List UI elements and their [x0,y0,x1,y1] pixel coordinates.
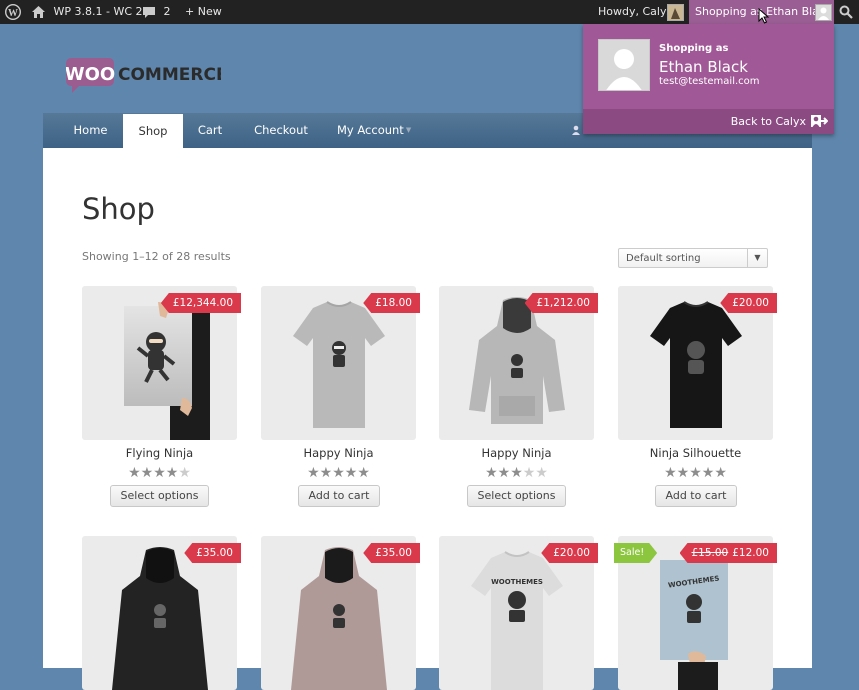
price-tag: £35.00 [184,543,241,563]
star-rating: ★★★★★ [82,465,237,481]
chevron-down-icon: ▼ [747,249,767,267]
product-title[interactable]: Ninja Silhouette [618,446,773,460]
result-count: Showing 1–12 of 28 results [82,250,231,263]
customer-avatar-small [815,4,832,21]
price-tag: £12,344.00 [160,293,241,313]
nav-home[interactable]: Home [63,113,118,148]
star-icon: ★★★ [485,465,523,481]
nav-my-account-label: My Account [337,123,404,137]
svg-text:COMMERCE: COMMERCE [118,65,221,85]
price-tag: £1,212.00 [524,293,598,313]
back-to-admin-link[interactable]: Back to Calyx [731,115,806,128]
star-icon: ★★★★★ [307,465,370,481]
shopping-as-heading: Shopping as [659,43,729,54]
svg-text:WOOTHEMES: WOOTHEMES [491,578,543,586]
price-tag: £35.00 [363,543,420,563]
star-empty-icon: ★ [178,465,191,481]
customer-email: test@testemail.com [659,76,760,87]
wordpress-logo-icon[interactable]: W [4,0,22,24]
nav-checkout[interactable]: Checkout [246,113,316,148]
customer-avatar [598,39,650,91]
home-icon [32,6,45,18]
star-icon: ★★★★ [128,465,179,481]
add-to-cart-button[interactable]: Add to cart [655,485,737,507]
site-name: WP 3.8.1 - WC 2.1 [53,5,154,18]
customer-name: Ethan Black [659,58,748,76]
product-title[interactable]: Flying Ninja [82,446,237,460]
nav-shop[interactable]: Shop [123,114,183,148]
sorting-selected-value: Default sorting [626,253,701,264]
user-icon[interactable] [571,113,581,148]
nav-my-account[interactable]: My Account ▼ [337,113,411,148]
star-rating: ★★★★★ [439,465,594,481]
search-icon[interactable] [839,0,853,24]
howdy-label: Howdy, Calyx [598,5,673,18]
star-empty-icon: ★★ [522,465,548,481]
price-tag: £20.00 [720,293,777,313]
howdy-account-link[interactable]: Howdy, Calyx [598,0,673,24]
comments-link[interactable]: 2 [142,0,171,24]
product-title[interactable]: Happy Ninja [439,446,594,460]
add-to-cart-button[interactable]: Add to cart [298,485,380,507]
site-name-link[interactable]: WP 3.8.1 - WC 2.1 [31,0,153,24]
svg-text:WOO: WOO [66,64,115,85]
woocommerce-logo[interactable]: WOO COMMERCE [65,56,228,98]
star-rating: ★★★★★ [618,465,773,481]
svg-text:W: W [8,8,18,19]
new-content-link[interactable]: + New [185,0,222,24]
switch-user-icon[interactable] [810,114,828,128]
page-title: Shop [82,192,155,226]
sorting-select[interactable]: Default sorting ▼ [618,248,768,268]
comments-count: 2 [163,5,171,18]
new-content-label: + New [185,5,222,18]
product-title[interactable]: Happy Ninja [261,446,416,460]
nav-cart[interactable]: Cart [193,113,227,148]
mouse-cursor-icon [758,8,770,24]
select-options-button[interactable]: Select options [110,485,209,507]
star-rating: ★★★★★ [261,465,416,481]
select-options-button[interactable]: Select options [467,485,566,507]
user-avatar [667,4,684,21]
admin-bar: W WP 3.8.1 - WC 2.1 2 + New Howdy, Calyx… [0,0,859,24]
star-icon: ★★★★★ [664,465,727,481]
price-tag: £20.00 [541,543,598,563]
sale-price: £12.00 [732,547,769,559]
shopping-as-dropdown: Shopping as Ethan Black test@testemail.c… [583,24,834,134]
price-tag: £15.00 £12.00 [679,543,777,563]
old-price: £15.00 [691,547,729,559]
caret-down-icon: ▼ [405,126,412,134]
price-tag: £18.00 [363,293,420,313]
main-content: Shop Showing 1–12 of 28 results Default … [43,148,812,690]
sale-badge: Sale! [614,543,657,563]
comment-icon [143,7,155,18]
